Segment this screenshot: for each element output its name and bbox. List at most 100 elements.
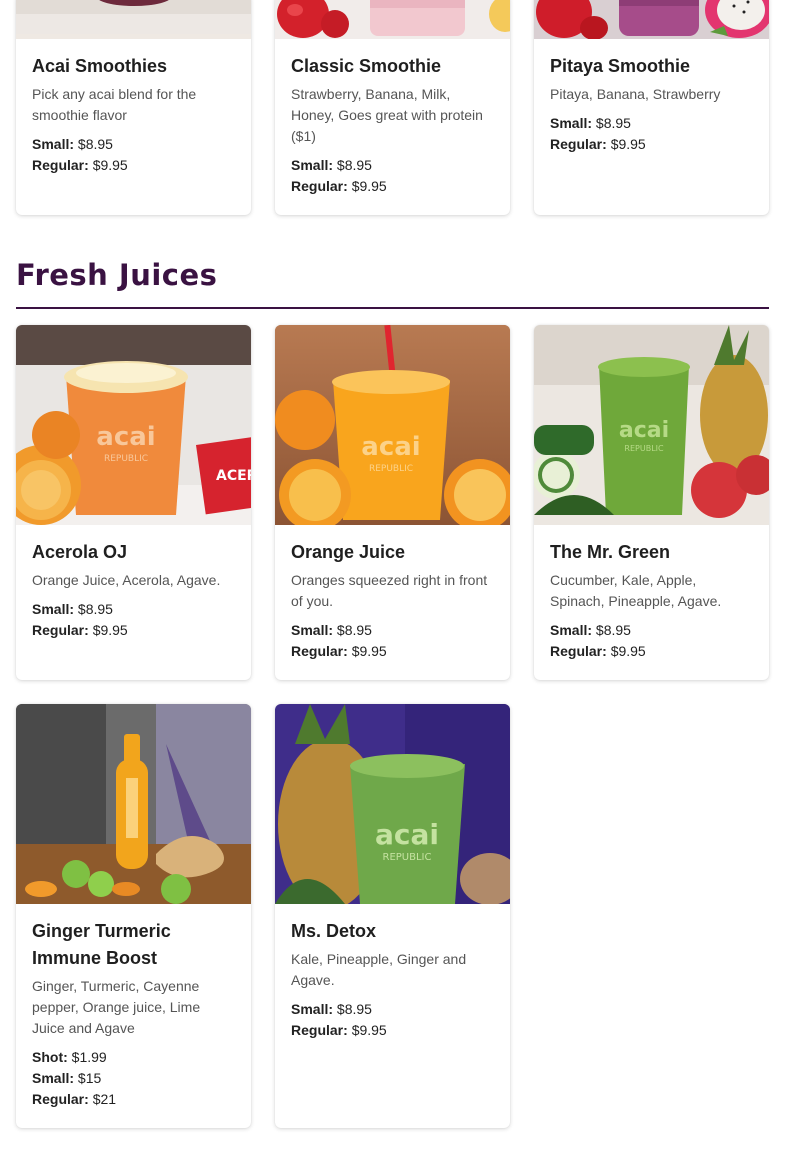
price-label: Regular: <box>32 1091 89 1107</box>
item-description: Ginger, Turmeric, Cayenne pepper, Orange… <box>32 978 201 1036</box>
cup-logo: acai <box>361 432 420 462</box>
price-regular: Regular: $21 <box>32 1089 235 1110</box>
price-list: Small: $8.95 Regular: $9.95 <box>32 134 235 176</box>
price-value: $9.95 <box>610 643 646 659</box>
price-value: $8.95 <box>77 136 113 152</box>
price-list: Shot: $1.99 Small: $15 Regular: $21 <box>32 1047 235 1110</box>
price-label: Regular: <box>291 178 348 194</box>
price-small: Small: $8.95 <box>32 599 235 620</box>
price-label: Regular: <box>32 622 89 638</box>
classic-smoothie-photo <box>275 0 510 39</box>
item-description: Strawberry, Banana, Milk, Honey, Goes gr… <box>291 86 483 144</box>
ginger-turmeric-photo <box>16 704 251 904</box>
cup-logo: acai <box>96 422 155 452</box>
menu-card-acerola-oj[interactable]: acai REPUBLIC ACEROL Acerola OJ Orange J… <box>16 325 251 680</box>
price-label: Small: <box>291 157 334 173</box>
price-regular: Regular: $9.95 <box>32 155 235 176</box>
price-value: $21 <box>92 1091 117 1107</box>
item-title: Acai Smoothies <box>32 56 168 76</box>
price-small: Small: $15 <box>32 1068 235 1089</box>
item-title: Classic Smoothie <box>291 56 442 76</box>
price-shot: Shot: $1.99 <box>32 1047 235 1068</box>
cup-logo-sub: REPUBLIC <box>383 852 432 863</box>
price-regular: Regular: $9.95 <box>291 641 494 662</box>
cup-logo-sub: REPUBLIC <box>624 444 664 453</box>
price-label: Regular: <box>550 643 607 659</box>
cup-logo: acai <box>375 818 439 851</box>
price-value: $8.95 <box>595 622 631 638</box>
item-title: The Mr. Green <box>550 542 671 562</box>
price-label: Small: <box>550 622 593 638</box>
menu-card-pitaya-smoothie[interactable]: Pitaya Smoothie Pitaya, Banana, Strawber… <box>534 0 769 215</box>
price-value: $1.99 <box>71 1049 107 1065</box>
sachet-label: ACEROL <box>216 468 251 484</box>
price-small: Small: $8.95 <box>291 999 494 1020</box>
item-description: Orange Juice, Acerola, Agave. <box>32 572 221 588</box>
price-list: Small: $8.95 Regular: $9.95 <box>291 620 494 662</box>
menu-card-ginger-turmeric[interactable]: Ginger Turmeric Immune Boost Ginger, Tur… <box>16 704 251 1128</box>
section-title-fresh-juices: Fresh Juices <box>16 258 218 292</box>
price-value: $9.95 <box>351 178 387 194</box>
price-regular: Regular: $9.95 <box>32 620 235 641</box>
price-small: Small: $8.95 <box>32 134 235 155</box>
price-list: Small: $8.95 Regular: $9.95 <box>550 113 753 155</box>
price-label: Small: <box>291 1001 334 1017</box>
price-value: $8.95 <box>336 157 372 173</box>
pitaya-smoothie-photo <box>534 0 769 39</box>
price-value: $9.95 <box>92 622 128 638</box>
cup-logo-sub: REPUBLIC <box>369 464 413 474</box>
menu-card-acai-smoothies[interactable]: Acai Smoothies Pick any acai blend for t… <box>16 0 251 215</box>
cup-logo: acai <box>619 418 669 443</box>
price-label: Shot: <box>32 1049 68 1065</box>
menu-card-mr-green[interactable]: acai REPUBLIC The Mr. Green Cucumber, Ka… <box>534 325 769 680</box>
price-value: $8.95 <box>336 622 372 638</box>
price-regular: Regular: $9.95 <box>291 176 494 197</box>
item-title: Ms. Detox <box>291 921 377 941</box>
price-regular: Regular: $9.95 <box>550 134 753 155</box>
price-label: Regular: <box>291 643 348 659</box>
price-regular: Regular: $9.95 <box>550 641 753 662</box>
price-list: Small: $8.95 Regular: $9.95 <box>291 999 494 1041</box>
orange-juice-photo: acai REPUBLIC <box>275 325 510 525</box>
price-value: $9.95 <box>351 1022 387 1038</box>
price-value: $9.95 <box>92 157 128 173</box>
price-label: Small: <box>32 601 75 617</box>
price-label: Regular: <box>291 1022 348 1038</box>
item-description: Pick any acai blend for the smoothie fla… <box>32 86 197 123</box>
price-small: Small: $8.95 <box>291 155 494 176</box>
item-description: Cucumber, Kale, Apple, Spinach, Pineappl… <box>550 572 722 609</box>
price-regular: Regular: $9.95 <box>291 1020 494 1041</box>
price-value: $9.95 <box>610 136 646 152</box>
item-description: Kale, Pineapple, Ginger and Agave. <box>291 951 467 988</box>
item-description: Pitaya, Banana, Strawberry <box>550 86 721 102</box>
acerola-oj-photo: acai REPUBLIC ACEROL <box>16 325 251 525</box>
ms-detox-photo: acai REPUBLIC <box>275 704 510 904</box>
menu-card-classic-smoothie[interactable]: Classic Smoothie Strawberry, Banana, Mil… <box>275 0 510 215</box>
price-small: Small: $8.95 <box>550 620 753 641</box>
price-value: $8.95 <box>336 1001 372 1017</box>
mr-green-photo: acai REPUBLIC <box>534 325 769 525</box>
price-value: $9.95 <box>351 643 387 659</box>
price-list: Small: $8.95 Regular: $9.95 <box>550 620 753 662</box>
price-value: $15 <box>77 1070 102 1086</box>
price-label: Regular: <box>32 157 89 173</box>
price-label: Small: <box>32 136 75 152</box>
item-title: Ginger Turmeric Immune Boost <box>32 921 171 968</box>
cup-logo-sub: REPUBLIC <box>104 454 148 464</box>
menu-card-orange-juice[interactable]: acai REPUBLIC Orange Juice Oranges squee… <box>275 325 510 680</box>
item-description: Oranges squeezed right in front of you. <box>291 572 488 609</box>
item-title: Orange Juice <box>291 542 406 562</box>
price-value: $8.95 <box>595 115 631 131</box>
item-title: Pitaya Smoothie <box>550 56 691 76</box>
price-small: Small: $8.95 <box>550 113 753 134</box>
price-small: Small: $8.95 <box>291 620 494 641</box>
section-divider <box>16 307 769 309</box>
price-label: Regular: <box>550 136 607 152</box>
item-title: Acerola OJ <box>32 542 128 562</box>
price-value: $8.95 <box>77 601 113 617</box>
menu-card-ms-detox[interactable]: acai REPUBLIC Ms. Detox Kale, Pineapple,… <box>275 704 510 1128</box>
price-label: Small: <box>291 622 334 638</box>
price-label: Small: <box>550 115 593 131</box>
price-list: Small: $8.95 Regular: $9.95 <box>291 155 494 197</box>
acai-smoothie-photo <box>16 0 251 39</box>
